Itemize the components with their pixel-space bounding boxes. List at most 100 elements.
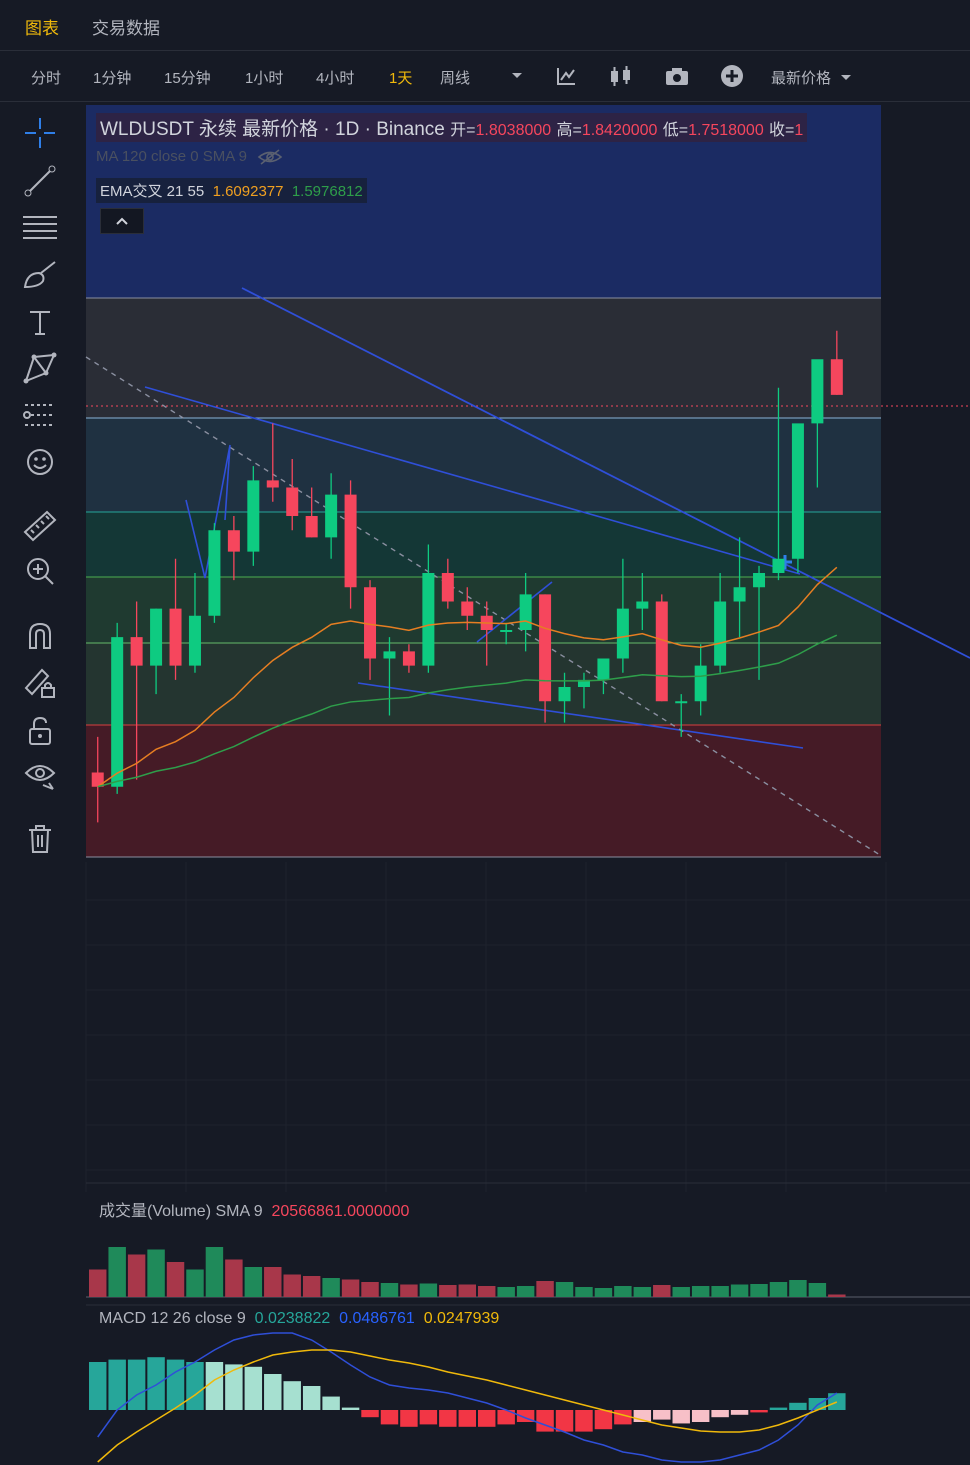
interval-week-button[interactable]: 周线 [440, 67, 470, 88]
macd-hist-bar [594, 1410, 613, 1430]
interval-1m-button[interactable]: 1分钟 [93, 67, 131, 88]
candle-body [188, 615, 201, 666]
volume-legend: 成交量(Volume) SMA 9 20566861.0000000 [99, 1197, 409, 1221]
price-type-label: 最新价格 [771, 70, 832, 87]
candle-body [266, 480, 279, 488]
candle-body [597, 658, 610, 680]
macd-hist-bar [205, 1362, 224, 1410]
macd-hist-bar [439, 1410, 457, 1427]
candle-body [694, 665, 707, 702]
indicators-icon[interactable] [555, 65, 577, 91]
fib-zone [86, 512, 881, 577]
candle-body [753, 573, 766, 588]
volume-bar [575, 1287, 593, 1297]
volume-bar [419, 1283, 438, 1297]
volume-bar [166, 1262, 185, 1297]
fib-zone [86, 725, 881, 857]
candle-body [286, 487, 299, 516]
interval-1d-button[interactable]: 1天 [389, 67, 412, 88]
candle-body [364, 587, 377, 659]
candle-body [733, 587, 746, 602]
tab-trade-data[interactable]: 交易数据 [92, 14, 160, 39]
close-value: 1 [794, 122, 804, 139]
volume-bar [555, 1282, 574, 1297]
volume-bar [127, 1254, 146, 1297]
volume-bar [322, 1278, 340, 1297]
macd-hist-bar [750, 1410, 768, 1413]
macd-hist-bar [186, 1362, 204, 1410]
chevron-down-icon [841, 75, 852, 80]
volume-bar [225, 1259, 243, 1297]
macd-hist-bar [672, 1410, 690, 1424]
add-icon[interactable] [720, 64, 744, 92]
macd-hist-bar [400, 1410, 418, 1427]
macd-hist-bar [380, 1410, 399, 1425]
price-type-select[interactable]: 最新价格 [771, 67, 853, 88]
volume-bar [691, 1286, 710, 1297]
candle-body [169, 608, 182, 666]
volume-bar [89, 1269, 107, 1297]
macd-hist-value: 0.0238822 [254, 1310, 331, 1327]
candle-body [441, 573, 454, 602]
volume-bar [283, 1274, 301, 1297]
chevron-up-icon [116, 217, 128, 225]
candle-body [655, 601, 668, 702]
macd-hist-bar [653, 1410, 671, 1420]
volume-bar [205, 1247, 224, 1297]
interval-time-button[interactable]: 分时 [31, 67, 61, 88]
hidden-eye-icon[interactable] [257, 148, 283, 166]
candle-body [402, 651, 415, 666]
candle-body [616, 608, 629, 659]
volume-bar [828, 1294, 846, 1297]
macd-hist-bar [108, 1359, 126, 1410]
candle-body [247, 480, 260, 552]
macd-hist-bar [555, 1410, 574, 1432]
candle-body [111, 637, 124, 787]
candle-style-icon[interactable] [608, 65, 634, 91]
collapse-legend-button[interactable] [100, 208, 144, 234]
candle-body [519, 594, 532, 630]
interval-4h-button[interactable]: 4小时 [316, 67, 354, 88]
volume-bar [186, 1269, 204, 1297]
volume-bar [536, 1281, 554, 1297]
macd-hist-bar [458, 1410, 476, 1427]
volume-bar [400, 1284, 418, 1297]
volume-bar [497, 1287, 515, 1297]
ema-slow-value: 1.5976812 [291, 183, 363, 200]
candle-body [830, 359, 843, 395]
open-value: 1.8038000 [475, 122, 552, 139]
volume-bar [108, 1247, 126, 1297]
macd-hist-bar [341, 1407, 360, 1410]
chevron-down-icon[interactable] [510, 68, 524, 85]
ema-legend[interactable]: EMA交叉 21 55 1.6092377 1.5976812 [96, 178, 367, 203]
volume-bar [302, 1276, 321, 1297]
macd-hist-bar [127, 1359, 146, 1410]
open-label: 开= [450, 122, 476, 139]
macd-hist-bar [478, 1410, 496, 1427]
candle-body [811, 359, 824, 424]
tab-chart[interactable]: 图表 [25, 14, 59, 39]
volume-bar [789, 1280, 807, 1297]
volume-bar [594, 1288, 613, 1297]
macd-hist-bar [89, 1362, 107, 1410]
interval-1h-button[interactable]: 1小时 [245, 67, 283, 88]
volume-bar [808, 1283, 827, 1297]
macd-hist-bar [322, 1396, 340, 1410]
symbol-title: WLDUSDT 永续 最新价格 · 1D · Binance [100, 119, 445, 140]
fib-zone [86, 298, 881, 418]
volume-bar [516, 1286, 535, 1297]
symbol-legend: WLDUSDT 永续 最新价格 · 1D · Binance 开=1.80380… [96, 113, 808, 142]
ema-label: EMA交叉 21 55 [100, 183, 205, 200]
macd-hist-bar [147, 1357, 165, 1410]
chart-canvas[interactable] [0, 102, 970, 1465]
interval-15m-button[interactable]: 15分钟 [164, 67, 211, 88]
ma-legend[interactable]: MA 120 close 0 SMA 9 [96, 148, 283, 166]
macd-value: 0.0486761 [339, 1310, 415, 1327]
volume-value: 20566861.0000000 [271, 1203, 410, 1220]
macd-hist-bar [225, 1364, 243, 1410]
candle-body [558, 687, 571, 702]
fib-zone [86, 643, 881, 725]
volume-bar [439, 1285, 457, 1297]
candle-body [305, 516, 318, 538]
camera-icon[interactable] [664, 65, 690, 91]
